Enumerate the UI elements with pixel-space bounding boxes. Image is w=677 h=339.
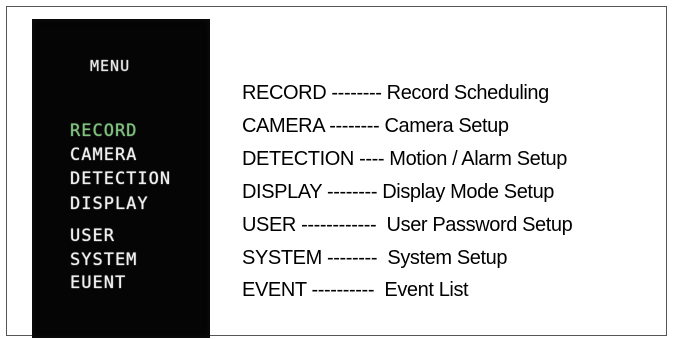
legend-line-display: DISPLAY -------- Display Mode Setup [242,181,555,203]
osd-menu-item-camera[interactable]: CAMERA [70,145,137,165]
osd-menu-item-detection[interactable]: DETECTION [70,169,171,189]
legend-line-user: USER ------------ User Password Setup [242,214,573,236]
legend-line-record: RECORD -------- Record Scheduling [242,82,549,104]
legend-line-system: SYSTEM -------- System Setup [242,247,508,269]
osd-menu-item-user[interactable]: USER [70,226,115,246]
dvr-osd-menu-screen: MENU RECORD CAMERA DETECTION DISPLAY USE… [32,19,210,338]
legend-line-event: EVENT ---------- Event List [242,279,469,301]
osd-menu-item-event[interactable]: EUENT [70,273,126,293]
osd-menu-title: MENU [90,57,131,75]
legend-line-camera: CAMERA -------- Camera Setup [242,115,509,137]
osd-menu-item-system[interactable]: SYSTEM [70,250,137,270]
legend-line-detection: DETECTION ---- Motion / Alarm Setup [242,148,567,170]
osd-menu-item-record[interactable]: RECORD [70,121,137,141]
osd-menu-item-display[interactable]: DISPLAY [70,194,149,214]
figure-frame: MENU RECORD CAMERA DETECTION DISPLAY USE… [6,6,667,338]
